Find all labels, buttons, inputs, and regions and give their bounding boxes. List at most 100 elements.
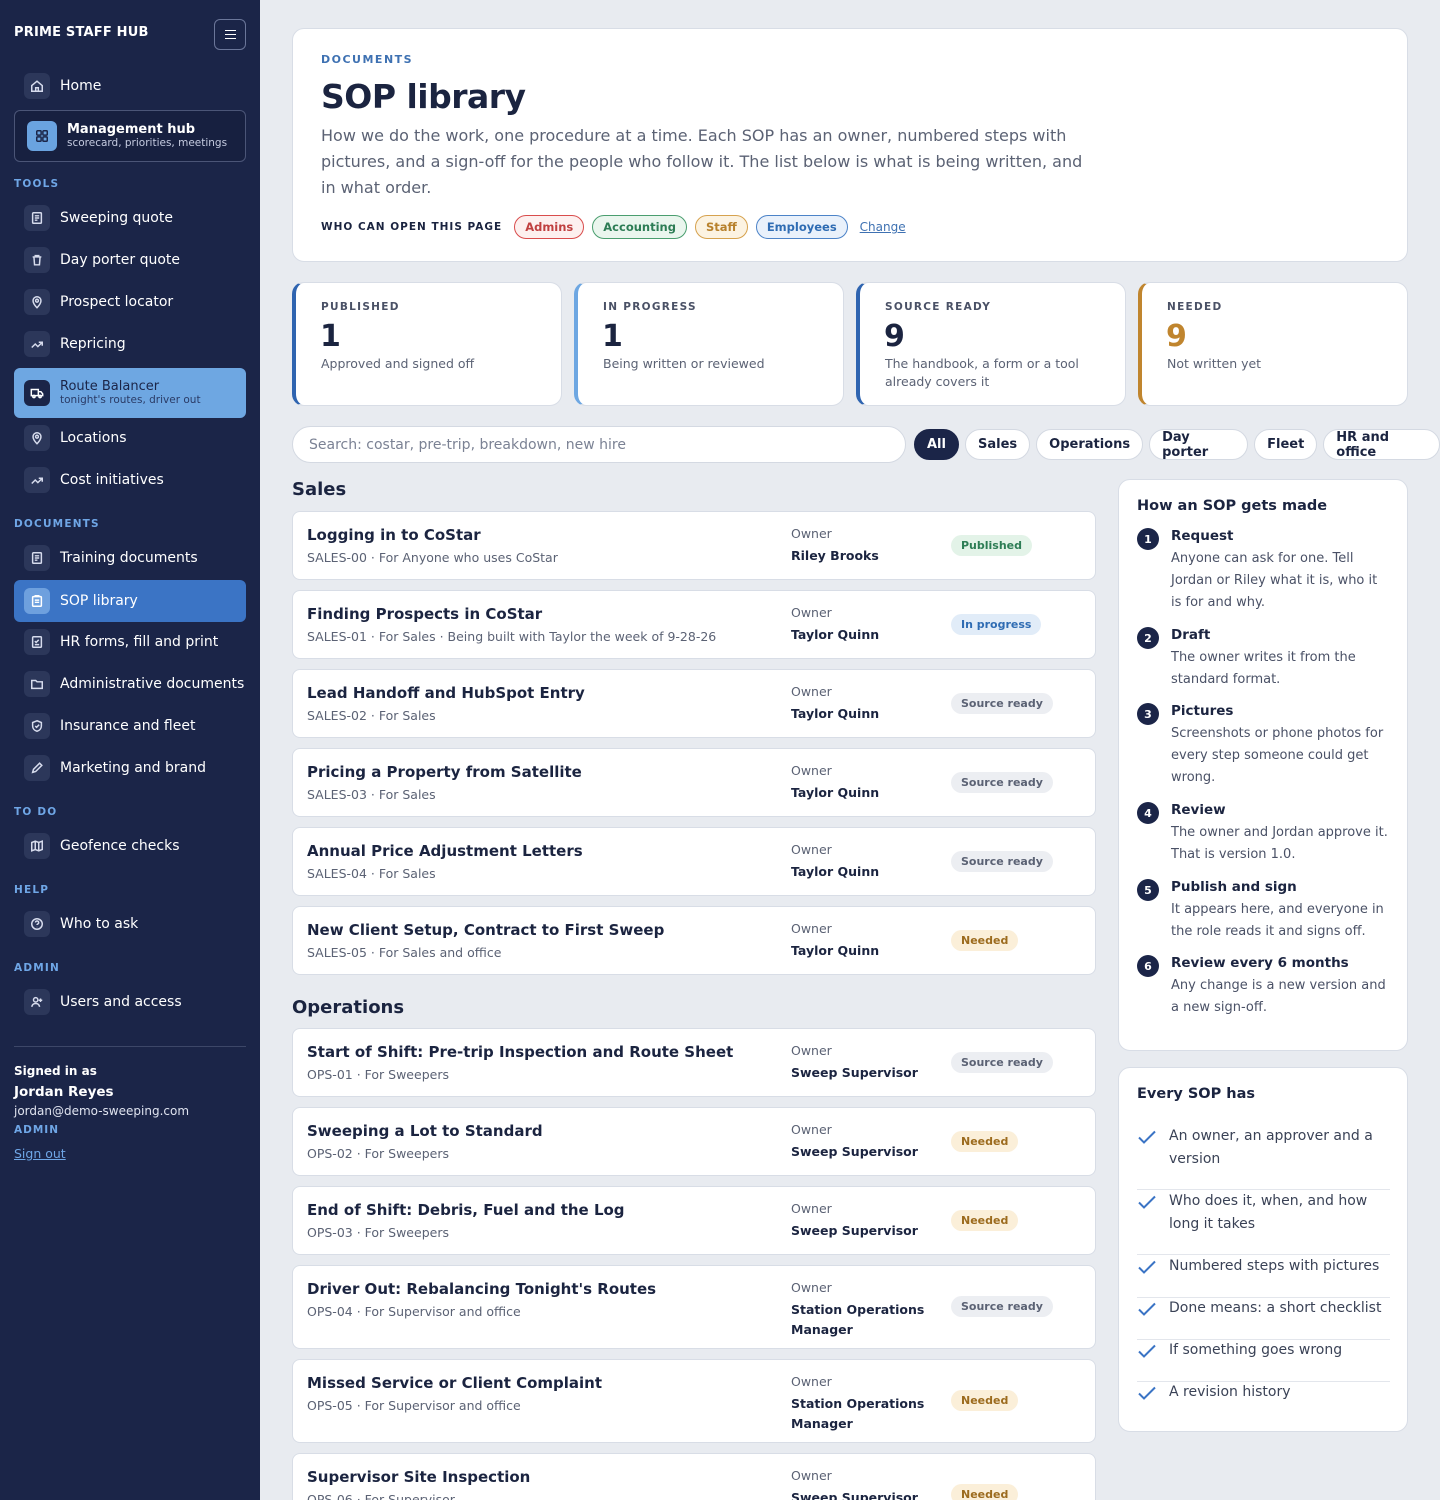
checklist-item: A revision history [1137, 1381, 1390, 1424]
nav-hr-forms[interactable]: HR forms, fill and print [14, 621, 246, 663]
nav-route-balancer[interactable]: Route Balancer tonight's routes, driver o… [14, 368, 246, 418]
page-title: SOP library [321, 77, 526, 116]
card-title: Every SOP has [1137, 1086, 1256, 1102]
list-item-sop[interactable]: Lead Handoff and HubSpot Entry SALES-02 ·… [292, 669, 1096, 738]
document-icon [24, 205, 50, 231]
change-access-link[interactable]: Change [860, 220, 906, 234]
owner-label: Owner [791, 842, 832, 857]
owner-label: Owner [791, 1374, 832, 1389]
list-item-sop[interactable]: Logging in to CoStar SALES-00 · For Anyon… [292, 511, 1096, 580]
nav-geofence-checks[interactable]: Geofence checks [14, 825, 246, 867]
step-title: Review every 6 months [1171, 955, 1349, 971]
map-icon [24, 833, 50, 859]
nav-management-hub[interactable]: Management hub scorecard, priorities, mee… [14, 110, 246, 162]
nav-label: Training documents [60, 550, 198, 566]
list-item-sop[interactable]: Missed Service or Client Complaint OPS-05… [292, 1359, 1096, 1443]
nav-cost-initiatives[interactable]: Cost initiatives [14, 459, 246, 501]
nav-insurance-fleet[interactable]: Insurance and fleet [14, 705, 246, 747]
nav-label: HR forms, fill and print [60, 634, 219, 650]
stat-value: 9 [884, 319, 905, 354]
step-number: 3 [1137, 703, 1159, 725]
filter-fleet[interactable]: Fleet [1254, 429, 1318, 460]
checklist-item: An owner, an approver and a version [1137, 1125, 1390, 1190]
list-item-sop[interactable]: Pricing a Property from Satellite SALES-0… [292, 748, 1096, 817]
nav-sop-library[interactable]: SOP library [14, 580, 246, 622]
nav-who-to-ask[interactable]: Who to ask [14, 903, 246, 945]
nav-home[interactable]: Home [14, 65, 246, 107]
document-icon [24, 545, 50, 571]
sign-out-link[interactable]: Sign out [14, 1146, 66, 1161]
nav-prospect-locator[interactable]: Prospect locator [14, 281, 246, 323]
nav-label: Management hub [67, 122, 196, 137]
search-input[interactable] [292, 426, 906, 463]
trend-up-icon [24, 467, 50, 493]
stat-value: 1 [320, 319, 341, 354]
card-title: How an SOP gets made [1137, 498, 1328, 514]
owner-label: Owner [791, 1468, 832, 1483]
checklist-item: Who does it, when, and how long it takes [1137, 1190, 1390, 1255]
list-item-sop[interactable]: Annual Price Adjustment Letters SALES-04 … [292, 827, 1096, 896]
list-item-sop[interactable]: Driver Out: Rebalancing Tonight's Routes… [292, 1265, 1096, 1349]
list-item-sop[interactable]: New Client Setup, Contract to First Swee… [292, 906, 1096, 975]
status-badge: Source ready [951, 851, 1053, 872]
menu-toggle-button[interactable] [214, 19, 246, 50]
step-description: The owner writes it from the standard fo… [1171, 650, 1356, 687]
list-item-sop[interactable]: End of Shift: Debris, Fuel and the Log OP… [292, 1186, 1096, 1255]
status-badge: Needed [951, 1131, 1019, 1152]
nav-label: Users and access [60, 994, 182, 1010]
owner-name: Taylor Quinn [791, 627, 880, 642]
user-email: jordan@demo-sweeping.com [14, 1104, 190, 1118]
filter-sales[interactable]: Sales [964, 429, 1031, 460]
filter-bar: All Sales Operations Day porter Fleet HR… [914, 429, 1440, 460]
list-item-sop[interactable]: Start of Shift: Pre-trip Inspection and … [292, 1028, 1096, 1097]
step-title: Draft [1171, 627, 1211, 643]
sop-title: Lead Handoff and HubSpot Entry [307, 684, 585, 702]
sop-title: Pricing a Property from Satellite [307, 763, 582, 781]
list-item-sop[interactable]: Finding Prospects in CoStar SALES-01 · Fo… [292, 590, 1096, 659]
stat-label: NEEDED [1167, 301, 1223, 313]
sop-meta: SALES-04 · For Sales [307, 866, 436, 881]
owner-name: Sweep Supervisor [791, 1144, 918, 1159]
step-number: 2 [1137, 627, 1159, 649]
sop-meta: SALES-03 · For Sales [307, 787, 436, 802]
nav-administrative-documents[interactable]: Administrative documents [14, 663, 246, 705]
step-title: Pictures [1171, 703, 1234, 719]
owner-name: Sweep Supervisor [791, 1065, 918, 1080]
map-pin-icon [24, 289, 50, 315]
status-badge: Needed [951, 1390, 1019, 1411]
sop-meta: OPS-02 · For Sweepers [307, 1146, 449, 1161]
list-item-sop[interactable]: Sweeping a Lot to Standard OPS-02 · For S… [292, 1107, 1096, 1176]
filter-day-porter[interactable]: Day porter [1149, 429, 1249, 460]
filter-operations[interactable]: Operations [1036, 429, 1144, 460]
step-description: It appears here, and everyone in the rol… [1171, 902, 1384, 939]
status-badge: Published [951, 535, 1033, 556]
nav-sweeping-quote[interactable]: Sweeping quote [14, 197, 246, 239]
stat-label: IN PROGRESS [603, 301, 697, 313]
filter-all[interactable]: All [914, 429, 959, 460]
stat-value: 1 [602, 319, 623, 354]
step-number: 6 [1137, 955, 1159, 977]
nav-locations[interactable]: Locations [14, 417, 246, 459]
user-role: ADMIN [14, 1124, 59, 1136]
checklist-item: Done means: a short checklist [1137, 1297, 1390, 1340]
list-item-sop[interactable]: Supervisor Site Inspection OPS-06 · For S… [292, 1453, 1096, 1500]
step-description: Anyone can ask for one. Tell Jordan or R… [1171, 551, 1378, 610]
checklist-item: If something goes wrong [1137, 1339, 1390, 1382]
nav-training-documents[interactable]: Training documents [14, 537, 246, 579]
access-label: WHO CAN OPEN THIS PAGE [321, 221, 503, 233]
step-description: Screenshots or phone photos for every st… [1171, 726, 1384, 785]
nav-marketing-brand[interactable]: Marketing and brand [14, 747, 246, 789]
shield-icon [24, 713, 50, 739]
user-plus-icon [24, 989, 50, 1015]
signed-in-block: Signed in as Jordan Reyes jordan@demo-sw… [14, 1064, 189, 1161]
page-description: How we do the work, one procedure at a t… [321, 126, 1083, 197]
nav-repricing[interactable]: Repricing [14, 323, 246, 365]
owner-name: Taylor Quinn [791, 785, 880, 800]
sop-title: New Client Setup, Contract to First Swee… [307, 921, 665, 939]
nav-label: Administrative documents [60, 676, 245, 692]
nav-day-porter-quote[interactable]: Day porter quote [14, 239, 246, 281]
signed-in-label: Signed in as [14, 1064, 97, 1078]
nav-users-access[interactable]: Users and access [14, 981, 246, 1023]
filter-hr-office[interactable]: HR and office [1323, 429, 1440, 460]
owner-name: Riley Brooks [791, 548, 879, 563]
